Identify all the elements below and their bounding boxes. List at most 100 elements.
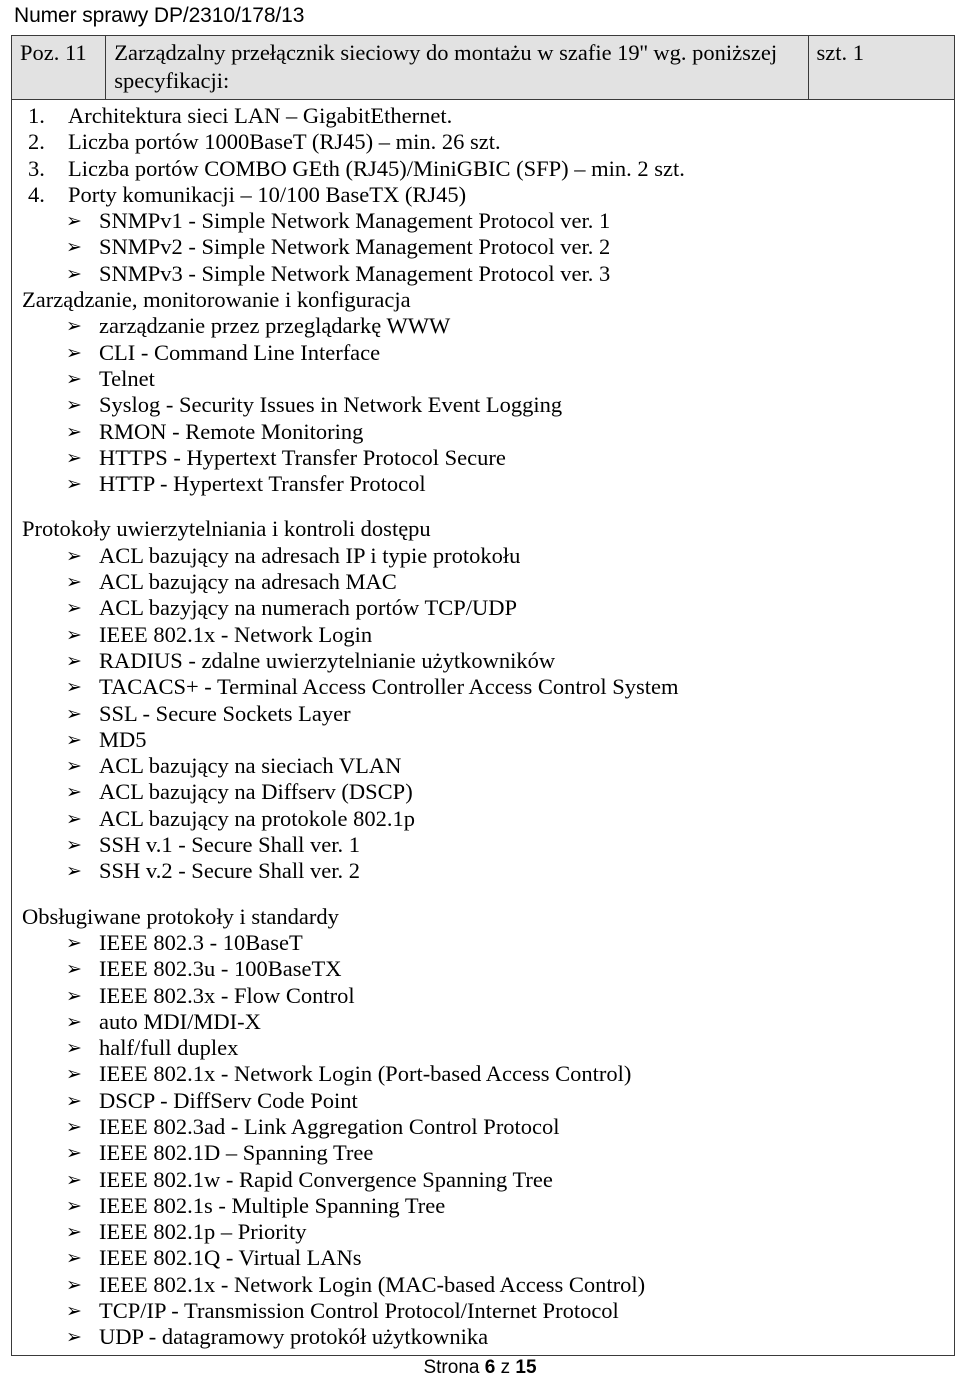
section-list-item: ➢ IEEE 802.1x - Network Login (Port-based… [20,1061,948,1087]
section-list-item: ➢ TACACS+ - Terminal Access Controller Ac… [20,674,948,700]
quantity-value: szt. 1 [816,40,865,65]
section-list-item: ➢ IEEE 802.3x - Flow Control [20,983,948,1009]
section-list-item-label: HTTP - Hypertext Transfer Protocol [99,471,426,497]
arrow-bullet-icon: ➢ [66,236,82,259]
section-list-item: ➢ IEEE 802.3ad - Link Aggregation Control… [20,1114,948,1140]
list-item-label: Liczba portów COMBO GEth (RJ45)/MiniGBIC… [68,155,685,181]
numbered-list-item: 2. Liczba portów 1000BaseT (RJ45) – min. … [20,129,948,155]
item-description: Zarządzalny przełącznik sieciowy do mont… [114,40,778,93]
arrow-bullet-icon: ➢ [66,781,82,804]
page-footer: Strona 6 z 15 [0,1356,960,1380]
arrow-bullet-icon: ➢ [66,728,82,751]
list-item-number: 3. [28,155,45,181]
arrow-bullet-icon: ➢ [66,394,82,417]
section-list-item-label: MD5 [99,726,147,752]
position-label: Poz. 11 [20,40,87,65]
section-heading: Zarządzanie, monitorowanie i konfiguracj… [22,287,411,313]
arrow-bullet-icon: ➢ [66,1326,82,1349]
running-header: Numer sprawy DP/2310/178/13 [14,4,305,27]
arrow-bullet-icon: ➢ [66,597,82,620]
description-cell: Zarządzalny przełącznik sieciowy do mont… [105,35,809,100]
specification-sections: Zarządzanie, monitorowanie i konfiguracj… [20,287,948,1351]
arrow-bullet-icon: ➢ [66,702,82,725]
section-list-item: ➢ IEEE 802.3 - 10BaseT [20,930,948,956]
section-list-item: ➢ ACL bazujący na adresach IP i typie pro… [20,543,948,569]
section-list-item-label: SSH v.1 - Secure Shall ver. 1 [99,832,361,858]
numbered-list-item: 1. Architektura sieci LAN – GigabitEthern… [20,103,948,129]
list-item-number: 1. [28,103,45,128]
section-list-item-label: SSH v.2 - Secure Shall ver. 2 [99,858,361,884]
section-heading: Obsługiwane protokoły i standardy [22,903,339,929]
quantity-cell: szt. 1 [807,35,956,100]
specification-body: 1. Architektura sieci LAN – GigabitEthern… [11,99,955,1356]
section-list-item-label: IEEE 802.1p – Priority [99,1219,307,1245]
arrow-bullet-icon: ➢ [66,262,82,285]
section-items-list: ➢ zarządzanie przez przeglądarkę WWW ➢ CLI … [20,313,948,497]
arrow-bullet-icon: ➢ [66,676,82,699]
section-list-item-label: IEEE 802.3 - 10BaseT [99,929,303,955]
section-list-item: ➢ RADIUS - zdalne uwierzytelnianie użytko… [20,648,948,674]
arrow-bullet-icon: ➢ [66,931,82,954]
arrow-bullet-icon: ➢ [66,1037,82,1060]
section-list-item-label: ACL bazujący na adresach IP i typie prot… [99,542,521,568]
arrow-bullet-icon: ➢ [66,420,82,443]
section-list-item: ➢ IEEE 802.1s - Multiple Spanning Tree [20,1193,948,1219]
arrow-bullet-icon: ➢ [66,1221,82,1244]
section-list-item: ➢ HTTP - Hypertext Transfer Protocol [20,471,948,497]
arrow-bullet-icon: ➢ [66,1063,82,1086]
section-list-item-label: IEEE 802.3u - 100BaseTX [99,956,342,982]
section-list-item: ➢ UDP - datagramowy protokół użytkownika [20,1324,948,1350]
section-list-item-label: zarządzanie przez przeglądarkę WWW [99,313,451,339]
section-list-item: ➢ IEEE 802.1w - Rapid Convergence Spannin… [20,1167,948,1193]
section-list-item: ➢ ACL bazyjący na numerach portów TCP/UDP [20,595,948,621]
section-list-item-label: RADIUS - zdalne uwierzytelnianie użytkow… [99,647,556,673]
arrow-bullet-icon: ➢ [66,958,82,981]
section-list-item-label: Telnet [99,365,155,391]
table-header-row: Poz. 11 Zarządzalny przełącznik sieciowy… [10,35,956,100]
section-list-item-label: ACL bazujący na protokole 802.1p [99,805,415,831]
section-list-item-label: HTTPS - Hypertext Transfer Protocol Secu… [99,444,506,470]
arrow-bullet-icon: ➢ [66,315,82,338]
arrow-bullet-icon: ➢ [66,649,82,672]
section-list-item-label: IEEE 802.1x - Network Login [99,621,373,647]
section-list-item: ➢ IEEE 802.1Q - Virtual LANs [20,1245,948,1271]
section-list-item-label: ACL bazujący na sieciach VLAN [99,753,402,779]
section-list-item: ➢ Syslog - Security Issues in Network Eve… [20,392,948,418]
section-heading: Protokoły uwierzytelniania i kontroli do… [22,516,431,542]
section-list-item: ➢ zarządzanie przez przeglądarkę WWW [20,313,948,339]
list-item-number: 2. [28,129,45,155]
arrow-bullet-icon: ➢ [66,473,82,496]
arrow-bullet-icon: ➢ [66,807,82,830]
numbered-list-item: 3. Liczba portów COMBO GEth (RJ45)/MiniGB… [20,156,948,182]
section-list-item-label: UDP - datagramowy protokół użytkownika [99,1324,489,1350]
section-list-item: ➢ DSCP - DiffServ Code Point [20,1088,948,1114]
section-items-list: ➢ ACL bazujący na adresach IP i typie pro… [20,543,948,885]
section-list-item: ➢ Telnet [20,366,948,392]
document-page: Numer sprawy DP/2310/178/13 Poz. 11 Zarz… [0,0,960,1388]
arrow-bullet-icon: ➢ [66,1115,82,1138]
footer-total-pages: 15 [515,1357,537,1378]
arrow-bullet-icon: ➢ [66,1273,82,1296]
arrow-bullet-icon: ➢ [66,1247,82,1270]
list-item-label: Architektura sieci LAN – GigabitEthernet… [68,103,453,128]
snmp-list-item-label: SNMPv2 - Simple Network Management Proto… [99,234,611,260]
arrow-bullet-icon: ➢ [66,984,82,1007]
section-list-item: ➢ IEEE 802.3u - 100BaseTX [20,956,948,982]
arrow-bullet-icon: ➢ [66,623,82,646]
list-item-label: Liczba portów 1000BaseT (RJ45) – min. 26… [68,129,501,155]
arrow-bullet-icon: ➢ [66,1089,82,1112]
arrow-bullet-icon: ➢ [66,1142,82,1165]
section-list-item-label: IEEE 802.3ad - Link Aggregation Control … [99,1113,560,1139]
position-cell: Poz. 11 [10,35,107,100]
snmp-protocol-list: ➢ SNMPv1 - Simple Network Management Prot… [20,208,948,287]
section-list-item-label: IEEE 802.1D – Spanning Tree [99,1140,374,1166]
footer-separator: z [500,1357,511,1378]
section-list-item: ➢ RMON - Remote Monitoring [20,419,948,445]
snmp-list-item: ➢ SNMPv3 - Simple Network Management Prot… [20,261,948,287]
section-list-item: ➢ IEEE 802.1D – Spanning Tree [20,1140,948,1166]
section-list-item-label: SSL - Secure Sockets Layer [99,700,351,726]
section-list-item-label: half/full duplex [99,1035,239,1061]
arrow-bullet-icon: ➢ [66,210,82,233]
numbered-requirements-list: 1. Architektura sieci LAN – GigabitEthern… [20,103,948,208]
snmp-list-item-label: SNMPv1 - Simple Network Management Proto… [99,208,611,234]
